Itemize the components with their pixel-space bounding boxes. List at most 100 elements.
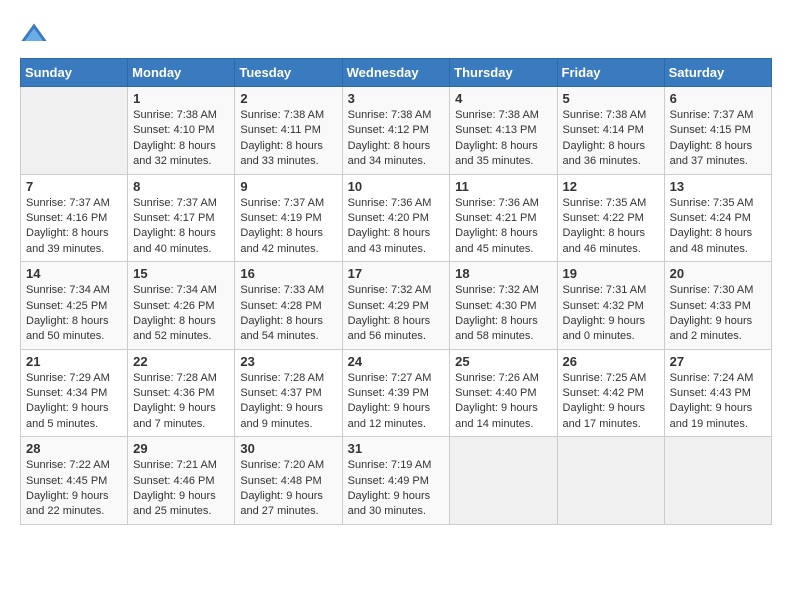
calendar-cell: 21Sunrise: 7:29 AM Sunset: 4:34 PM Dayli… bbox=[21, 349, 128, 437]
calendar-cell: 14 Sunrise: 7:34 AM Sunset: 4:25 PM Dayli… bbox=[21, 262, 128, 350]
calendar-cell: 2Sunrise: 7:38 AM Sunset: 4:11 PM Daylig… bbox=[235, 87, 342, 175]
day-number: 1 bbox=[133, 91, 229, 106]
calendar-cell: 4 Sunrise: 7:38 AM Sunset: 4:13 PM Daylig… bbox=[450, 87, 557, 175]
day-number: 9 bbox=[240, 179, 336, 194]
calendar-header-wednesday: Wednesday bbox=[342, 59, 450, 87]
day-number: 4 bbox=[455, 91, 551, 106]
calendar-cell bbox=[450, 437, 557, 525]
day-info: Sunrise: 7:26 AM Sunset: 4:40 PM Dayligh… bbox=[455, 371, 551, 433]
day-info: Sunrise: 7:38 AM Sunset: 4:13 PM Dayligh… bbox=[455, 108, 551, 170]
day-info: Sunrise: 7:28 AM Sunset: 4:37 PM Dayligh… bbox=[240, 371, 336, 433]
day-number: 29 bbox=[133, 441, 229, 456]
day-number: 25 bbox=[455, 354, 551, 369]
calendar-cell: 22 Sunrise: 7:28 AM Sunset: 4:36 PM Dayli… bbox=[128, 349, 235, 437]
calendar-cell: 29 Sunrise: 7:21 AM Sunset: 4:46 PM Dayli… bbox=[128, 437, 235, 525]
logo-icon bbox=[20, 20, 48, 48]
day-number: 28 bbox=[26, 441, 122, 456]
day-number: 27 bbox=[670, 354, 766, 369]
day-number: 22 bbox=[133, 354, 229, 369]
day-number: 23 bbox=[240, 354, 336, 369]
day-number: 6 bbox=[670, 91, 766, 106]
day-info: Sunrise: 7:37 AM Sunset: 4:19 PM Dayligh… bbox=[240, 196, 336, 258]
day-info: Sunrise: 7:19 AM Sunset: 4:49 PM Dayligh… bbox=[348, 458, 445, 520]
day-info: Sunrise: 7:34 AM Sunset: 4:25 PM Dayligh… bbox=[26, 283, 122, 345]
day-info: Sunrise: 7:21 AM Sunset: 4:46 PM Dayligh… bbox=[133, 458, 229, 520]
calendar-cell: 26 Sunrise: 7:25 AM Sunset: 4:42 PM Dayli… bbox=[557, 349, 664, 437]
day-info: Sunrise: 7:27 AM Sunset: 4:39 PM Dayligh… bbox=[348, 371, 445, 433]
calendar-cell: 28 Sunrise: 7:22 AM Sunset: 4:45 PM Dayli… bbox=[21, 437, 128, 525]
day-number: 14 bbox=[26, 266, 122, 281]
day-number: 30 bbox=[240, 441, 336, 456]
day-info: Sunrise: 7:36 AM Sunset: 4:21 PM Dayligh… bbox=[455, 196, 551, 258]
day-info: Sunrise: 7:36 AM Sunset: 4:20 PM Dayligh… bbox=[348, 196, 445, 258]
calendar-header-row: SundayMondayTuesdayWednesdayThursdayFrid… bbox=[21, 59, 772, 87]
day-number: 24 bbox=[348, 354, 445, 369]
calendar-cell: 23 Sunrise: 7:28 AM Sunset: 4:37 PM Dayli… bbox=[235, 349, 342, 437]
calendar-cell: 13 Sunrise: 7:35 AM Sunset: 4:24 PM Dayli… bbox=[664, 174, 771, 262]
calendar-cell: 5Sunrise: 7:38 AM Sunset: 4:14 PM Daylig… bbox=[557, 87, 664, 175]
day-number: 19 bbox=[563, 266, 659, 281]
day-info: Sunrise: 7:37 AM Sunset: 4:17 PM Dayligh… bbox=[133, 196, 229, 258]
day-info: Sunrise: 7:38 AM Sunset: 4:11 PM Dayligh… bbox=[240, 108, 336, 170]
calendar-header-saturday: Saturday bbox=[664, 59, 771, 87]
calendar-cell bbox=[664, 437, 771, 525]
calendar-week-row: 14 Sunrise: 7:34 AM Sunset: 4:25 PM Dayli… bbox=[21, 262, 772, 350]
day-number: 17 bbox=[348, 266, 445, 281]
calendar-cell: 20 Sunrise: 7:30 AM Sunset: 4:33 PM Dayli… bbox=[664, 262, 771, 350]
calendar-cell: 11 Sunrise: 7:36 AM Sunset: 4:21 PM Dayli… bbox=[450, 174, 557, 262]
calendar-cell: 6 Sunrise: 7:37 AM Sunset: 4:15 PM Daylig… bbox=[664, 87, 771, 175]
day-info: Sunrise: 7:30 AM Sunset: 4:33 PM Dayligh… bbox=[670, 283, 766, 345]
day-number: 16 bbox=[240, 266, 336, 281]
calendar-cell: 1 Sunrise: 7:38 AM Sunset: 4:10 PM Daylig… bbox=[128, 87, 235, 175]
calendar-week-row: 28 Sunrise: 7:22 AM Sunset: 4:45 PM Dayli… bbox=[21, 437, 772, 525]
calendar-header-sunday: Sunday bbox=[21, 59, 128, 87]
calendar-cell: 12 Sunrise: 7:35 AM Sunset: 4:22 PM Dayli… bbox=[557, 174, 664, 262]
page-header bbox=[20, 20, 772, 48]
calendar-cell: 19 Sunrise: 7:31 AM Sunset: 4:32 PM Dayli… bbox=[557, 262, 664, 350]
day-info: Sunrise: 7:20 AM Sunset: 4:48 PM Dayligh… bbox=[240, 458, 336, 520]
calendar-cell: 3Sunrise: 7:38 AM Sunset: 4:12 PM Daylig… bbox=[342, 87, 450, 175]
day-info: Sunrise: 7:34 AM Sunset: 4:26 PM Dayligh… bbox=[133, 283, 229, 345]
day-number: 20 bbox=[670, 266, 766, 281]
day-info: Sunrise: 7:22 AM Sunset: 4:45 PM Dayligh… bbox=[26, 458, 122, 520]
day-info: Sunrise: 7:31 AM Sunset: 4:32 PM Dayligh… bbox=[563, 283, 659, 345]
calendar-cell bbox=[21, 87, 128, 175]
calendar-header-monday: Monday bbox=[128, 59, 235, 87]
day-info: Sunrise: 7:37 AM Sunset: 4:15 PM Dayligh… bbox=[670, 108, 766, 170]
calendar-cell: 15 Sunrise: 7:34 AM Sunset: 4:26 PM Dayli… bbox=[128, 262, 235, 350]
day-number: 18 bbox=[455, 266, 551, 281]
calendar-cell bbox=[557, 437, 664, 525]
day-info: Sunrise: 7:38 AM Sunset: 4:14 PM Dayligh… bbox=[563, 108, 659, 170]
calendar-cell: 30 Sunrise: 7:20 AM Sunset: 4:48 PM Dayli… bbox=[235, 437, 342, 525]
day-info: Sunrise: 7:35 AM Sunset: 4:24 PM Dayligh… bbox=[670, 196, 766, 258]
day-number: 21 bbox=[26, 354, 122, 369]
day-info: Sunrise: 7:33 AM Sunset: 4:28 PM Dayligh… bbox=[240, 283, 336, 345]
day-number: 12 bbox=[563, 179, 659, 194]
day-info: Sunrise: 7:38 AM Sunset: 4:10 PM Dayligh… bbox=[133, 108, 229, 170]
calendar-cell: 16 Sunrise: 7:33 AM Sunset: 4:28 PM Dayli… bbox=[235, 262, 342, 350]
day-info: Sunrise: 7:37 AM Sunset: 4:16 PM Dayligh… bbox=[26, 196, 122, 258]
day-number: 26 bbox=[563, 354, 659, 369]
calendar-cell: 25 Sunrise: 7:26 AM Sunset: 4:40 PM Dayli… bbox=[450, 349, 557, 437]
day-number: 7 bbox=[26, 179, 122, 194]
calendar-header-friday: Friday bbox=[557, 59, 664, 87]
day-number: 15 bbox=[133, 266, 229, 281]
calendar-cell: 9 Sunrise: 7:37 AM Sunset: 4:19 PM Daylig… bbox=[235, 174, 342, 262]
day-number: 8 bbox=[133, 179, 229, 194]
calendar-table: SundayMondayTuesdayWednesdayThursdayFrid… bbox=[20, 58, 772, 525]
day-info: Sunrise: 7:28 AM Sunset: 4:36 PM Dayligh… bbox=[133, 371, 229, 433]
day-info: Sunrise: 7:25 AM Sunset: 4:42 PM Dayligh… bbox=[563, 371, 659, 433]
day-number: 10 bbox=[348, 179, 445, 194]
day-info: Sunrise: 7:32 AM Sunset: 4:30 PM Dayligh… bbox=[455, 283, 551, 345]
calendar-cell: 17 Sunrise: 7:32 AM Sunset: 4:29 PM Dayli… bbox=[342, 262, 450, 350]
calendar-cell: 10 Sunrise: 7:36 AM Sunset: 4:20 PM Dayli… bbox=[342, 174, 450, 262]
day-info: Sunrise: 7:32 AM Sunset: 4:29 PM Dayligh… bbox=[348, 283, 445, 345]
day-number: 31 bbox=[348, 441, 445, 456]
day-number: 13 bbox=[670, 179, 766, 194]
calendar-cell: 18 Sunrise: 7:32 AM Sunset: 4:30 PM Dayli… bbox=[450, 262, 557, 350]
calendar-cell: 27Sunrise: 7:24 AM Sunset: 4:43 PM Dayli… bbox=[664, 349, 771, 437]
calendar-cell: 24 Sunrise: 7:27 AM Sunset: 4:39 PM Dayli… bbox=[342, 349, 450, 437]
day-info: Sunrise: 7:35 AM Sunset: 4:22 PM Dayligh… bbox=[563, 196, 659, 258]
calendar-cell: 8 Sunrise: 7:37 AM Sunset: 4:17 PM Daylig… bbox=[128, 174, 235, 262]
day-number: 11 bbox=[455, 179, 551, 194]
